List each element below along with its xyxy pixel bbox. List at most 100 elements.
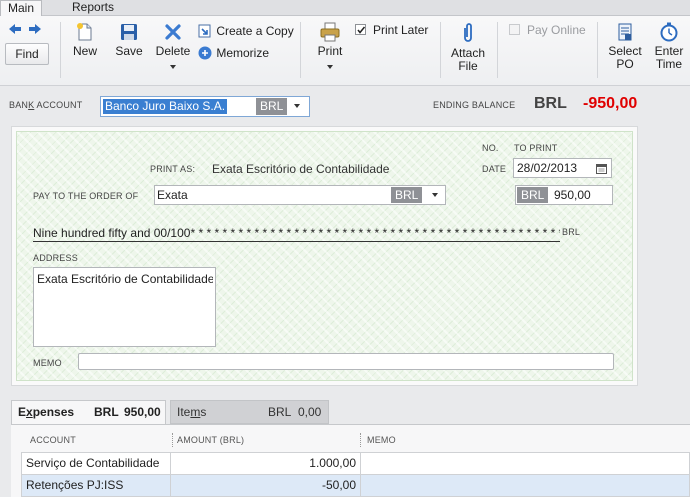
floppy-disk-icon [121,24,137,40]
expenses-amount: 950,00 [124,405,161,419]
toolbar-separator [60,22,61,78]
check-panel: NO. TO PRINT DATE 28/02/2013 PRINT AS: E… [11,126,638,386]
printer-icon [320,22,340,42]
stopwatch-icon [660,22,678,42]
delete-label: Delete [155,44,191,58]
enter-time-line2: Time [655,57,683,71]
address-field[interactable]: Exata Escritório de Contabilidade [33,267,216,347]
print-later-label: Print Later [373,23,429,37]
checkmark-icon [357,26,366,34]
toolbar-separator [497,22,498,78]
ribbon-tab-bar: Main Reports [0,0,690,17]
toolbar-separator [597,22,598,78]
payee-label: PAY TO THE ORDER OF [33,191,139,201]
pay-online-checkbox-group: Pay Online [509,23,589,39]
previous-arrow-icon[interactable] [8,23,22,35]
account-cell[interactable]: Retenções PJ:ISS [21,474,171,497]
new-document-icon [77,23,92,41]
chevron-down-icon [170,65,176,69]
ending-balance-currency: BRL [534,95,567,112]
check-face: NO. TO PRINT DATE 28/02/2013 PRINT AS: E… [16,131,633,381]
column-header-amount[interactable]: AMOUNT (BRL) [177,435,244,445]
amount-currency-badge: BRL [517,187,549,203]
print-button[interactable]: Print [315,22,345,72]
select-po-button[interactable]: Select PO [607,22,643,71]
ending-balance-label: ENDING BALANCE [433,100,516,110]
new-button[interactable]: New [70,22,100,58]
paperclip-icon [464,23,472,42]
amount-words-currency: BRL [562,227,581,237]
account-cell[interactable]: Serviço de Contabilidade [21,452,171,475]
print-label: Print [317,44,343,58]
check-number-value[interactable]: TO PRINT [514,143,557,153]
copy-document-icon [198,24,211,38]
chevron-down-icon[interactable] [432,193,438,197]
tab-main[interactable]: Main [0,0,43,17]
print-as-value: Exata Escritório de Contabilidade [212,162,390,176]
purchase-order-icon [618,23,632,41]
address-value: Exata Escritório de Contabilidade [37,272,213,286]
amount-field[interactable]: BRL 950,00 [515,185,613,205]
amount-cell[interactable]: 1.000,00 [170,452,361,475]
ending-balance-value: -950,00 [583,95,638,112]
next-arrow-icon[interactable] [28,23,42,35]
tab-items[interactable]: Items BRL 0,00 [170,400,329,424]
amount-in-words: Nine hundred fifty and 00/100* * * * * *… [33,226,560,242]
date-value: 28/02/2013 [517,161,578,175]
payee-currency-badge: BRL [391,187,423,203]
toolbar-separator [300,22,301,78]
date-label: DATE [482,164,507,174]
amount-cell[interactable]: -50,00 [170,474,361,497]
expenses-table: ACCOUNT AMOUNT (BRL) MEMO Serviço de Con… [11,424,690,497]
pay-online-label: Pay Online [527,23,586,37]
select-po-line2: PO [616,57,634,71]
check-number-label: NO. [482,143,499,153]
tab-reports[interactable]: Reports [65,0,121,16]
bank-account-dropdown[interactable]: Banco Juro Baixo S.A. BRL [100,96,310,117]
pay-online-checkbox [509,24,520,35]
enter-time-button[interactable]: Enter Time [651,22,687,71]
attach-file-button[interactable]: Attach File [449,22,487,73]
bank-account-label: BANK ACCOUNT [9,100,83,110]
calendar-icon[interactable] [596,163,607,174]
items-currency: BRL [268,405,292,419]
payee-dropdown[interactable]: Exata BRL [154,185,446,205]
save-button[interactable]: Save [113,22,145,58]
toolbar-separator [440,22,441,78]
column-divider[interactable] [360,433,361,447]
column-divider[interactable] [172,433,173,447]
expenses-tab-label: Expenses [18,405,75,419]
delete-button[interactable]: Delete [155,22,191,72]
bank-account-value: Banco Juro Baixo S.A. [103,99,228,114]
chevron-down-icon[interactable] [294,104,300,108]
date-field[interactable]: 28/02/2013 [513,158,612,178]
expenses-currency: BRL [94,405,119,419]
save-label: Save [115,44,143,58]
memorize-label: Memorize [216,46,270,60]
items-amount: 0,00 [298,405,322,419]
attach-label-line2: File [458,59,478,73]
create-copy-label: Create a Copy [216,24,294,38]
items-tab-label: Items [177,405,207,419]
memo-cell[interactable] [360,474,690,497]
create-copy-button[interactable]: Create a Copy [197,23,294,41]
print-later-checkbox-group[interactable]: Print Later [355,23,435,39]
new-label: New [72,44,97,58]
memo-label: MEMO [33,358,62,368]
column-header-memo[interactable]: MEMO [367,435,396,445]
memo-cell[interactable] [360,452,690,475]
amount-value: 950,00 [554,188,591,202]
column-header-account[interactable]: ACCOUNT [30,435,76,445]
delete-x-icon [165,24,181,40]
memorize-icon [198,46,212,60]
memo-field[interactable] [78,353,614,370]
find-button[interactable]: Find [5,43,49,65]
bank-account-row: BANK ACCOUNT Banco Juro Baixo S.A. BRL E… [0,87,690,123]
print-as-label: PRINT AS: [150,164,196,174]
toolbar: Find New Save Delete Create a Copy Memor… [0,16,690,86]
bank-currency-badge: BRL [256,98,288,115]
tab-expenses[interactable]: Expenses BRL 950,00 [11,400,166,424]
address-label: ADDRESS [33,253,78,263]
memorize-button[interactable]: Memorize [197,45,269,63]
print-later-checkbox[interactable] [355,24,366,35]
